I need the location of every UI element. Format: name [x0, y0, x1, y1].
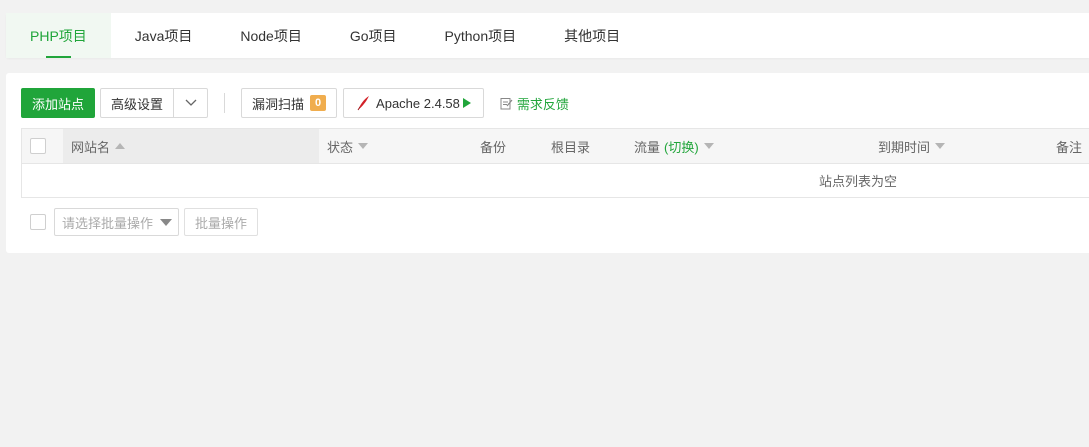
vuln-count-badge: 0	[310, 95, 327, 111]
col-label: 备份	[480, 139, 507, 155]
table-header: 网站名 状态 备份 根目录 流量 (切换) 到期时间 备注	[22, 129, 1089, 164]
tab-node[interactable]: Node项目	[216, 13, 325, 58]
tab-label: Python项目	[444, 27, 517, 44]
toolbar-divider	[224, 93, 226, 113]
traffic-switch-link[interactable]: (切换)	[664, 137, 699, 156]
batch-select-checkbox[interactable]	[30, 214, 46, 230]
col-label: 备注	[1056, 139, 1083, 155]
feedback-link[interactable]: 需求反馈	[500, 94, 569, 113]
caret-down-icon	[160, 218, 172, 226]
col-note: 备注	[1056, 129, 1082, 163]
tab-python[interactable]: Python项目	[421, 13, 541, 58]
sort-asc-icon	[115, 143, 126, 149]
tab-other[interactable]: 其他项目	[540, 13, 644, 58]
tab-label: 其他项目	[564, 27, 621, 44]
project-tabs: PHP项目 Java项目 Node项目 Go项目 Python项目 其他项目	[6, 13, 1089, 58]
select-placeholder: 请选择批量操作	[62, 215, 154, 231]
select-all-checkbox[interactable]	[30, 138, 46, 154]
col-traffic[interactable]: 流量 (切换)	[634, 129, 714, 163]
select-all-cell	[30, 129, 46, 163]
tab-label: Go项目	[349, 27, 397, 44]
col-label: 到期时间	[878, 139, 931, 155]
empty-message: 站点列表为空	[819, 174, 898, 189]
vuln-scan-label: 漏洞扫描	[252, 96, 305, 112]
feedback-label: 需求反馈	[516, 96, 569, 112]
batch-operations: 请选择批量操作 批量操作	[30, 208, 259, 236]
col-label: 流量	[634, 139, 661, 155]
tab-label: Java项目	[134, 27, 193, 44]
site-table: 网站名 状态 备份 根目录 流量 (切换) 到期时间 备注 站点列表为空	[21, 128, 1089, 198]
advanced-settings-button[interactable]: 高级设置	[100, 88, 175, 118]
advanced-settings-group: 高级设置	[100, 88, 209, 118]
batch-operation-select[interactable]: 请选择批量操作	[54, 208, 179, 236]
col-status[interactable]: 状态	[327, 129, 369, 163]
col-expire[interactable]: 到期时间	[878, 129, 946, 163]
col-label: 状态	[327, 139, 354, 155]
sort-desc-icon	[935, 143, 946, 149]
col-root: 根目录	[551, 129, 590, 163]
tab-php[interactable]: PHP项目	[6, 13, 111, 58]
tab-go[interactable]: Go项目	[326, 13, 421, 58]
tab-label: PHP项目	[30, 27, 87, 44]
tab-java[interactable]: Java项目	[111, 13, 217, 58]
col-site-name[interactable]: 网站名	[63, 129, 319, 163]
batch-operate-button[interactable]: 批量操作	[184, 208, 259, 236]
add-site-button[interactable]: 添加站点	[21, 88, 96, 118]
play-icon	[462, 98, 471, 108]
sort-desc-icon	[358, 143, 369, 149]
vuln-scan-button[interactable]: 漏洞扫描 0	[241, 88, 338, 118]
apache-feather-icon	[357, 96, 370, 111]
col-label: 网站名	[71, 139, 111, 155]
chevron-down-icon	[185, 99, 196, 106]
toolbar: 添加站点 高级设置 漏洞扫描 0 Apache 2.4.58 需求反馈	[21, 88, 569, 118]
tab-label: Node项目	[240, 27, 302, 44]
table-body: 站点列表为空	[22, 164, 1089, 197]
col-label: 根目录	[551, 139, 591, 155]
site-list-panel: 添加站点 高级设置 漏洞扫描 0 Apache 2.4.58 需求反馈 网站名 …	[6, 73, 1089, 253]
advanced-dropdown-button[interactable]	[174, 88, 209, 118]
server-version-label: Apache 2.4.58	[376, 95, 460, 111]
apache-server-button[interactable]: Apache 2.4.58	[343, 88, 484, 118]
sort-desc-icon	[703, 143, 714, 149]
col-backup: 备份	[480, 129, 506, 163]
edit-note-icon	[500, 97, 513, 109]
